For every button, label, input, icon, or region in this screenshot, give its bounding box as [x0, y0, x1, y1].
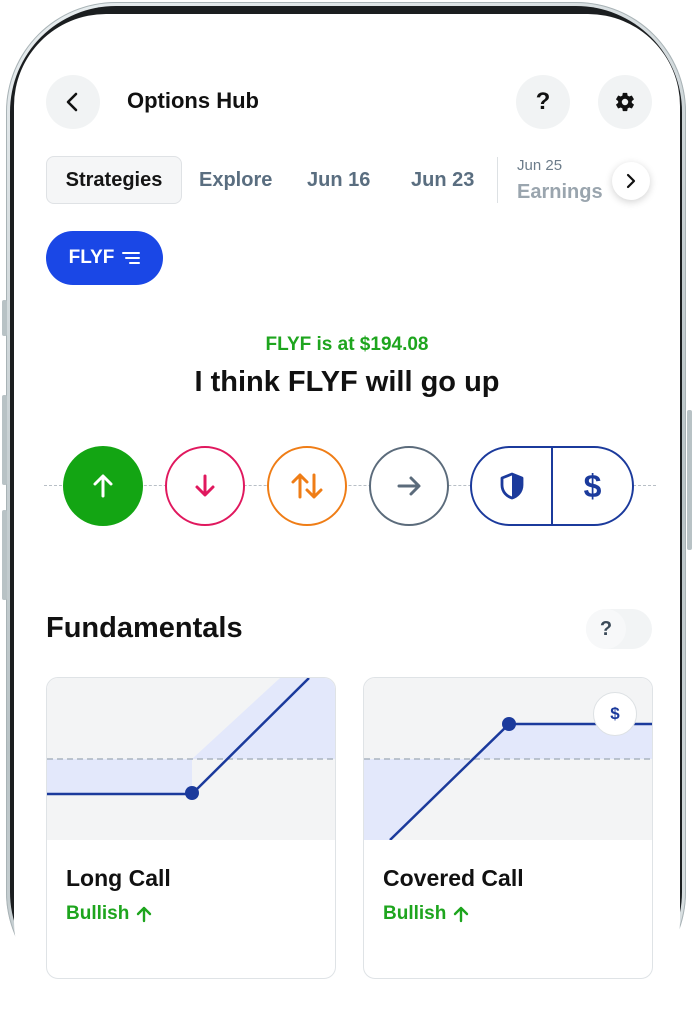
income-badge: $ [593, 692, 637, 736]
direction-down-button[interactable] [165, 446, 245, 526]
strategy-card-long-call[interactable]: Long Call Bullish [46, 677, 336, 979]
current-price: FLYF is at $194.08 [265, 334, 429, 355]
side-button [2, 395, 7, 485]
chevron-left-icon [66, 92, 78, 112]
tab-strategies[interactable]: Strategies [46, 156, 182, 204]
question-icon: ? [535, 88, 551, 115]
page-title: Options Hub [127, 88, 259, 113]
tab-jun-25-earnings[interactable]: Earnings [517, 181, 603, 204]
tab-divider [497, 157, 498, 203]
back-button[interactable] [46, 75, 100, 129]
card-title: Covered Call [383, 865, 524, 891]
sentiment-tag: Bullish [66, 903, 153, 925]
question-icon: ? [586, 609, 626, 649]
outlook-headline: I think FLYF will go up [194, 366, 500, 398]
sentiment-label: Bullish [66, 903, 130, 924]
payoff-chart [47, 678, 335, 840]
dollar-icon: $ [583, 467, 602, 504]
side-button [687, 410, 692, 550]
hedge-income-selector: $ [470, 446, 634, 526]
ticker-symbol: FLYF [68, 247, 115, 268]
filter-lines-icon [122, 252, 141, 264]
fundamentals-help-toggle[interactable]: ? [586, 609, 652, 649]
arrow-up-icon [454, 906, 469, 923]
section-title: Fundamentals [46, 612, 243, 644]
direction-up-button[interactable] [63, 446, 143, 526]
side-button [2, 510, 7, 600]
ticker-selector[interactable]: FLYF [46, 231, 163, 285]
income-button[interactable]: $ [553, 448, 632, 524]
arrows-up-down-icon [291, 473, 323, 499]
direction-volatile-button[interactable] [267, 446, 347, 526]
payoff-diagram [47, 678, 335, 800]
sentiment-label: Bullish [383, 903, 447, 924]
arrow-up-icon [137, 906, 152, 923]
gear-icon [616, 92, 634, 112]
tab-jun-23[interactable]: Jun 23 [411, 169, 474, 192]
arrow-right-icon [397, 476, 421, 496]
side-button [2, 300, 7, 336]
hedge-button[interactable] [472, 448, 551, 524]
tabs-next-button[interactable] [612, 162, 650, 200]
sentiment-tag: Bullish [383, 903, 470, 925]
direction-neutral-button[interactable] [369, 446, 449, 526]
arrow-up-icon [93, 474, 113, 498]
shield-icon [500, 472, 523, 500]
arrow-down-icon [195, 474, 215, 497]
tab-jun-25-date[interactable]: Jun 25 [517, 157, 562, 174]
help-button[interactable]: ? [516, 75, 570, 129]
card-title: Long Call [66, 865, 171, 891]
tab-explore[interactable]: Explore [199, 169, 272, 192]
settings-button[interactable] [598, 75, 652, 129]
tab-jun-16[interactable]: Jun 16 [307, 169, 370, 192]
chevron-right-icon [626, 173, 636, 189]
strategy-card-covered-call[interactable]: $ Covered Call Bullish [363, 677, 653, 979]
